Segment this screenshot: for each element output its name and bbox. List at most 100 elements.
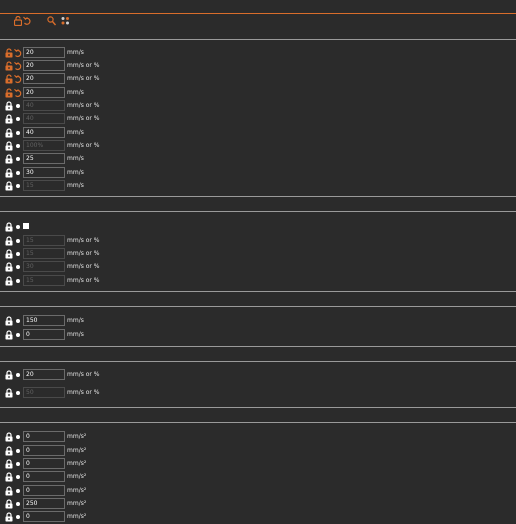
bullet-icon — [16, 333, 20, 337]
undo-icon[interactable] — [14, 88, 22, 98]
setting-row: 15 mm/s — [0, 180, 516, 192]
undo-icon[interactable] — [14, 74, 22, 84]
lock-icon[interactable] — [4, 316, 14, 326]
setting-row: 0 mm/s² — [0, 471, 516, 483]
lock-icon[interactable] — [4, 446, 14, 456]
lock-icon[interactable] — [4, 236, 14, 246]
unit-label: mm/s or % — [67, 263, 100, 270]
lock-icon[interactable] — [4, 370, 14, 380]
lock-icon[interactable] — [4, 222, 14, 232]
value-input[interactable]: 150 — [23, 315, 65, 326]
section-divider — [0, 196, 516, 197]
value-input[interactable]: 15 — [23, 275, 65, 286]
lock-icon[interactable] — [4, 330, 14, 340]
value-input[interactable]: 25 — [23, 153, 65, 164]
unlock-icon[interactable] — [4, 88, 14, 98]
undo-icon[interactable] — [14, 48, 22, 58]
bullet-icon — [16, 144, 20, 148]
setting-row: 0 mm/s² — [0, 445, 516, 457]
bullet-icon — [16, 131, 20, 135]
unlock-icon[interactable] — [4, 74, 14, 84]
value-input[interactable]: 0 — [23, 431, 65, 442]
value-input[interactable]: 40 — [23, 113, 65, 124]
value-input[interactable]: 100% — [23, 140, 65, 151]
setting-row: 15 mm/s or % — [0, 275, 516, 287]
lock-icon[interactable] — [4, 499, 14, 509]
value-input[interactable]: 50 — [23, 387, 65, 398]
value-input[interactable]: 20 — [23, 73, 65, 84]
lock-icon[interactable] — [4, 432, 14, 442]
value-input[interactable]: 0 — [23, 329, 65, 340]
setting-row: 20 mm/s or % — [0, 73, 516, 85]
value-input[interactable]: 0 — [23, 471, 65, 482]
unit-label: mm/s² — [67, 500, 87, 507]
lock-icon[interactable] — [4, 276, 14, 286]
value-input[interactable]: 15 — [23, 180, 65, 191]
unit-label: mm/s² — [67, 433, 87, 440]
setting-row: 40 mm/s or % — [0, 100, 516, 112]
lock-icon[interactable] — [4, 486, 14, 496]
lock-icon[interactable] — [4, 181, 14, 191]
value-input[interactable]: 0 — [23, 458, 65, 469]
value-input[interactable]: 20 — [23, 369, 65, 380]
bullet-icon — [16, 171, 20, 175]
lock-icon[interactable] — [4, 101, 14, 111]
value-input[interactable]: 20 — [23, 87, 65, 98]
unit-label: mm/s² — [67, 487, 87, 494]
value-input[interactable]: 20 — [23, 60, 65, 71]
value-input[interactable]: 15 — [23, 235, 65, 246]
unlock-icon[interactable] — [4, 48, 14, 58]
lock-icon[interactable] — [4, 472, 14, 482]
value-input[interactable]: 40 — [23, 127, 65, 138]
setting-row: 0 mm/s² — [0, 431, 516, 443]
mode-toggle-icon[interactable] — [61, 16, 69, 26]
unit-label: mm/s or % — [67, 250, 100, 257]
setting-row: 20 mm/s or % — [0, 369, 516, 381]
value-input[interactable]: 0 — [23, 511, 65, 522]
value-input[interactable]: 30 — [23, 167, 65, 178]
unit-label: mm/s or % — [67, 237, 100, 244]
lock-icon[interactable] — [4, 168, 14, 178]
unlock-icon[interactable] — [13, 15, 23, 27]
value-input[interactable]: 250 — [23, 498, 65, 509]
unit-label: mm/s² — [67, 460, 87, 467]
unit-label: mm/s² — [67, 513, 87, 520]
search-icon[interactable] — [47, 16, 57, 26]
setting-row: 250 mm/s² — [0, 498, 516, 510]
value-input[interactable]: 0 — [23, 445, 65, 456]
bullet-icon — [16, 239, 20, 243]
lock-icon[interactable] — [4, 388, 14, 398]
value-input[interactable]: 20 — [23, 47, 65, 58]
lock-icon[interactable] — [4, 114, 14, 124]
enable-checkbox[interactable] — [23, 223, 29, 229]
unit-label: mm/s — [67, 129, 84, 136]
value-input[interactable]: 15 — [23, 248, 65, 259]
value-input[interactable]: 0 — [23, 485, 65, 496]
setting-row: 0 mm/s² — [0, 511, 516, 523]
lock-icon[interactable] — [4, 154, 14, 164]
undo-icon[interactable] — [23, 16, 31, 26]
lock-icon[interactable] — [4, 249, 14, 259]
value-input[interactable]: 30 — [23, 261, 65, 272]
unit-label: mm/s or % — [67, 389, 100, 396]
setting-row: 20 mm/s — [0, 87, 516, 99]
setting-row: 0 mm/s² — [0, 458, 516, 470]
lock-icon[interactable] — [4, 128, 14, 138]
setting-row — [0, 221, 516, 233]
lock-icon[interactable] — [4, 459, 14, 469]
bullet-icon — [16, 265, 20, 269]
lock-icon[interactable] — [4, 262, 14, 272]
bullet-icon — [16, 435, 20, 439]
lock-icon[interactable] — [4, 141, 14, 151]
unit-label: mm/s — [67, 182, 84, 189]
unlock-icon[interactable] — [4, 61, 14, 71]
lock-icon[interactable] — [4, 512, 14, 522]
unit-label: mm/s or % — [67, 62, 100, 69]
value-input[interactable]: 40 — [23, 100, 65, 111]
undo-icon[interactable] — [14, 61, 22, 71]
setting-row: 20 mm/s or % — [0, 60, 516, 72]
settings-toolbar — [0, 14, 516, 34]
bullet-icon — [16, 391, 20, 395]
unit-label: mm/s² — [67, 447, 87, 454]
bullet-icon — [16, 117, 20, 121]
